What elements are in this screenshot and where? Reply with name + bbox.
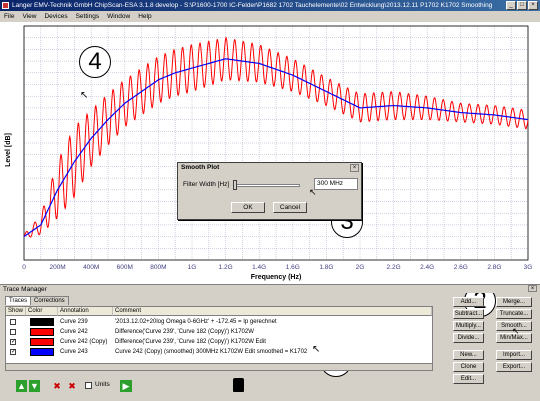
annotation-cell: Curve 239 — [60, 319, 88, 325]
menu-file[interactable]: File — [0, 11, 18, 22]
menu-window[interactable]: Window — [103, 11, 134, 22]
comment-cell: '2013.12.02+20log Omega 0-6GHz' + -172.4… — [115, 319, 277, 325]
x-tick-label: 3G — [524, 264, 533, 271]
export-button[interactable]: Export... — [496, 362, 532, 372]
x-tick-label: 2G — [356, 264, 365, 271]
color-swatch[interactable] — [30, 338, 54, 346]
trash-icon[interactable] — [233, 378, 244, 392]
comment-cell: Difference('Curve 239', 'Curve 182 (Copy… — [115, 339, 266, 345]
menu-settings[interactable]: Settings — [72, 11, 104, 22]
dialog-title: Smooth Plot — [178, 163, 361, 173]
column-header-color[interactable]: Color — [26, 307, 58, 316]
mouse-cursor-icon: ↖ — [309, 187, 317, 197]
table-row[interactable]: Curve 239 '2013.12.02+20log Omega 0-6GHz… — [6, 317, 432, 327]
table-row[interactable]: ✓ Curve 243 Curve 242 (Copy) (smoothed) … — [6, 347, 432, 357]
delete-all-icon[interactable]: ✖ — [66, 380, 78, 392]
x-tick-label: 800M — [150, 264, 166, 271]
edit-button[interactable]: Edit... — [453, 374, 484, 384]
color-swatch[interactable] — [30, 348, 54, 356]
arrow-right-icon[interactable]: ▶ — [120, 380, 132, 392]
show-checkbox[interactable]: ✓ — [10, 349, 16, 355]
divide-button[interactable]: Divide... — [453, 333, 484, 343]
color-swatch[interactable] — [30, 318, 54, 326]
x-tick-label: 1.2G — [219, 264, 233, 271]
add-button[interactable]: Add... — [453, 297, 484, 307]
x-axis-label: Frequency (Hz) — [251, 274, 302, 281]
import-button[interactable]: Import... — [496, 350, 532, 360]
x-tick-label: 400M — [83, 264, 99, 271]
slider-thumb[interactable] — [233, 180, 237, 190]
mouse-cursor-icon: ↖ — [512, 326, 520, 336]
menu-view[interactable]: View — [18, 11, 40, 22]
x-tick-label: 2.2G — [387, 264, 401, 271]
x-tick-label: 200M — [49, 264, 65, 271]
multiply-button[interactable]: Multiply... — [453, 321, 484, 331]
show-checkbox[interactable] — [10, 319, 16, 325]
clone-button[interactable]: Clone — [453, 362, 484, 372]
x-tick-label: 2.6G — [454, 264, 468, 271]
comment-cell: Curve 242 (Copy) (smoothed) 300MHz K1702… — [115, 349, 308, 355]
annotation-cell: Curve 242 (Copy) — [60, 339, 108, 345]
y-axis-label: Level [dB] — [5, 133, 12, 167]
new-button[interactable]: New... — [453, 350, 484, 360]
table-row[interactable]: Curve 242 Difference('Curve 239', 'Curve… — [6, 327, 432, 337]
mouse-cursor-icon: ↖ — [80, 90, 89, 101]
show-checkbox[interactable]: ✓ — [10, 339, 16, 345]
title-bar: Langer EMV-Technik GmbH ChipScan-ESA 3.1… — [0, 0, 540, 11]
cancel-button[interactable]: Cancel — [273, 202, 307, 213]
filter-width-slider[interactable] — [235, 184, 300, 187]
subtract-button[interactable]: Subtract... — [453, 309, 484, 319]
show-checkbox[interactable] — [10, 329, 16, 335]
menu-bar: File View Devices Settings Window Help — [0, 11, 540, 22]
merge-button[interactable]: Merge... — [496, 297, 532, 307]
x-tick-label: 1.8G — [319, 264, 333, 271]
close-icon[interactable]: × — [528, 285, 537, 292]
mouse-cursor-icon: ↖ — [312, 344, 321, 355]
annotation-cell: Curve 242 — [60, 329, 88, 335]
x-tick-labels: 0 200M 400M 600M 800M 1G 1.2G 1.4G 1.6G 1.8G 2G 2.2… — [22, 264, 532, 271]
app-icon — [2, 2, 9, 9]
delete-icon[interactable]: ✖ — [51, 380, 63, 392]
x-tick-label: 0 — [22, 264, 26, 271]
window-title: Langer EMV-Technik GmbH ChipScan-ESA 3.1… — [12, 2, 493, 9]
x-tick-label: 2.8G — [487, 264, 501, 271]
filter-width-input[interactable]: 300 MHz — [314, 178, 358, 190]
table-row[interactable]: ✓ Curve 242 (Copy) Difference('Curve 239… — [6, 337, 432, 347]
x-tick-label: 2.4G — [420, 264, 434, 271]
x-tick-label: 1.4G — [252, 264, 266, 271]
close-icon[interactable]: × — [528, 1, 538, 10]
maximize-icon[interactable]: □ — [517, 1, 527, 10]
x-tick-label: 600M — [117, 264, 133, 271]
arrow-down-icon[interactable]: ▼ — [29, 380, 40, 392]
menu-help[interactable]: Help — [134, 11, 155, 22]
truncate-button[interactable]: Truncate... — [496, 309, 532, 319]
column-header-show[interactable]: Show — [6, 307, 26, 316]
trace-manager-title: Trace Manager — [0, 284, 540, 293]
column-header-annotation[interactable]: Annotation — [58, 307, 113, 316]
filter-width-label: Filter Width [Hz] — [183, 181, 230, 188]
smooth-plot-dialog: Smooth Plot × Filter Width [Hz] 300 MHz … — [177, 162, 362, 220]
comment-cell: Difference('Curve 239', 'Curve 182 (Copy… — [115, 329, 254, 335]
ok-button[interactable]: OK — [231, 202, 265, 213]
minimize-icon[interactable]: _ — [506, 1, 516, 10]
x-tick-label: 1.6G — [286, 264, 300, 271]
units-label: Units — [95, 381, 110, 388]
arrow-up-icon[interactable]: ▲ — [16, 380, 27, 392]
menu-devices[interactable]: Devices — [40, 11, 71, 22]
units-checkbox[interactable] — [85, 382, 92, 389]
annotation-cell: Curve 243 — [60, 349, 88, 355]
color-swatch[interactable] — [30, 328, 54, 336]
tab-corrections[interactable]: Corrections — [30, 296, 69, 305]
dialog-close-button[interactable]: × — [350, 164, 359, 172]
column-header-comment[interactable]: Comment — [113, 307, 432, 316]
callout-marker: 4 — [79, 46, 111, 78]
tab-traces[interactable]: Traces — [5, 296, 32, 305]
x-tick-label: 1G — [188, 264, 197, 271]
traces-table: Show Color Annotation Comment Curve 239 … — [5, 306, 433, 371]
horizontal-scrollbar[interactable] — [6, 363, 432, 370]
